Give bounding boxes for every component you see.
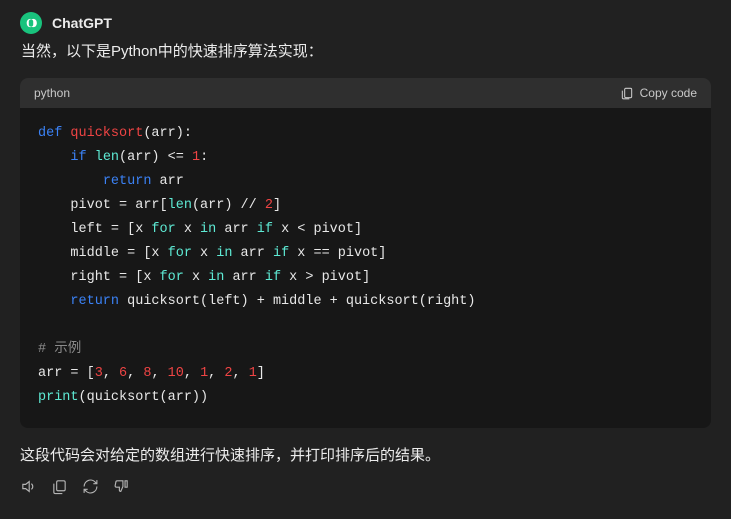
speaker-icon <box>20 478 37 495</box>
code-language-label: python <box>34 86 70 100</box>
code-block-header: python Copy code <box>20 78 711 108</box>
intro-text: 当然，以下是Python中的快速排序算法实现： <box>21 40 711 64</box>
copy-code-button[interactable]: Copy code <box>620 86 697 100</box>
message-actions <box>20 478 711 495</box>
assistant-avatar <box>20 12 42 34</box>
read-aloud-button[interactable] <box>20 478 37 495</box>
openai-logo-icon <box>24 16 38 30</box>
code-block: python Copy code def quicksort(arr): if … <box>20 78 711 428</box>
dislike-button[interactable] <box>113 478 130 495</box>
regenerate-button[interactable] <box>82 478 99 495</box>
author-name: ChatGPT <box>52 15 112 31</box>
copy-message-button[interactable] <box>51 478 68 495</box>
thumbs-down-icon <box>113 478 130 495</box>
outro-text: 这段代码会对给定的数组进行快速排序，并打印排序后的结果。 <box>20 444 711 468</box>
clipboard-icon <box>51 478 68 495</box>
refresh-icon <box>82 478 99 495</box>
clipboard-icon <box>620 86 634 100</box>
message-header: ChatGPT <box>20 12 711 34</box>
copy-code-label: Copy code <box>640 86 697 100</box>
code-content[interactable]: def quicksort(arr): if len(arr) <= 1: re… <box>20 108 711 428</box>
